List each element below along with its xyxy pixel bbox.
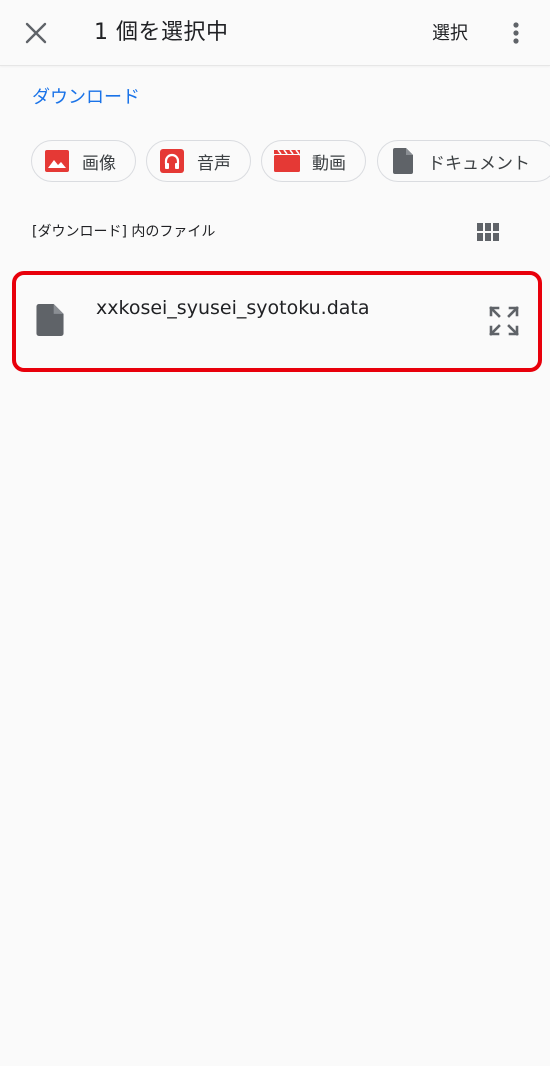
select-button[interactable]: 選択: [432, 20, 468, 48]
headphones-icon: [159, 148, 185, 174]
breadcrumb-downloads[interactable]: ダウンロード: [32, 84, 140, 112]
file-icon: [36, 304, 64, 336]
grid-view-icon: [477, 223, 499, 241]
fullscreen-expand-icon: [489, 306, 519, 336]
chip-audio-label: 音声: [197, 153, 231, 174]
chip-video[interactable]: 動画: [261, 140, 366, 182]
filter-chip-row: 画像 音声 動画 ドキュメント: [31, 140, 550, 184]
chip-documents-label: ドキュメント: [428, 153, 530, 174]
chip-documents[interactable]: ドキュメント: [377, 140, 550, 182]
file-name: xxkosei_syusei_syotoku.data: [96, 297, 370, 319]
file-list-item[interactable]: xxkosei_syusei_syotoku.data: [12, 271, 542, 372]
chip-audio[interactable]: 音声: [146, 140, 251, 182]
chip-video-label: 動画: [312, 153, 346, 174]
section-heading: [ダウンロード] 内のファイル: [32, 224, 216, 240]
close-button[interactable]: [18, 15, 54, 51]
preview-button[interactable]: [486, 303, 522, 339]
selection-title: 1 個を選択中: [94, 20, 229, 45]
chip-images[interactable]: 画像: [31, 140, 136, 182]
image-icon: [44, 148, 70, 174]
chip-images-label: 画像: [82, 153, 116, 174]
more-options-button[interactable]: [500, 15, 532, 51]
grid-view-button[interactable]: [474, 218, 502, 246]
document-icon: [390, 148, 416, 174]
close-icon: [25, 22, 47, 44]
movie-icon: [274, 148, 300, 174]
more-vert-icon: [513, 22, 519, 44]
app-bar: 1 個を選択中 選択: [0, 0, 550, 66]
